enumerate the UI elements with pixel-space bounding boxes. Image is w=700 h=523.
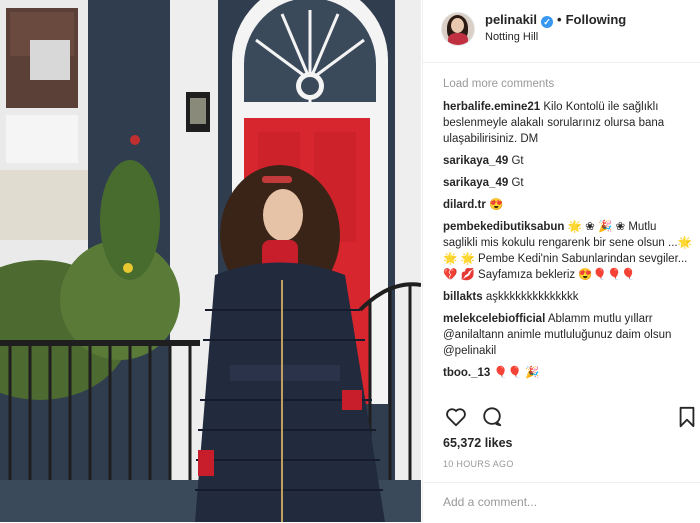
post-header: pelinakil ✓ • Following Notting Hill [423, 0, 700, 63]
comments-list: Load more comments herbalife.emine21 Kil… [443, 76, 693, 387]
following-button[interactable]: Following [566, 12, 627, 27]
comment-username[interactable]: pembekedibutiksabun [443, 221, 564, 233]
post-author: pelinakil ✓ • Following [485, 12, 626, 28]
photo-illustration [0, 0, 421, 522]
comment-item: dilard.tr 😍 [443, 197, 693, 213]
comment-item: pembekedibutiksabun 🌟 ❀ 🎉 ❀ Mutlu saglik… [443, 219, 693, 283]
comment-username[interactable]: billakts [443, 291, 483, 303]
comment-username[interactable]: herbalife.emine21 [443, 101, 540, 113]
comment-item: billakts aşkkkkkkkkkkkkkk [443, 289, 693, 305]
comment-item: melekcelebiofficial Ablamm mutlu yıllarr… [443, 311, 693, 359]
comment-text: Gt [511, 155, 524, 167]
verified-badge-icon: ✓ [541, 16, 554, 28]
comment-username[interactable]: sarikaya_49 [443, 177, 508, 189]
post-timestamp: 10 HOURS AGO [443, 459, 514, 469]
likes-count[interactable]: 65,372 likes [443, 436, 513, 450]
post-photo[interactable] [0, 0, 421, 522]
comment-text: Gt [511, 177, 524, 189]
post-side-panel: pelinakil ✓ • Following Notting Hill Load m… [422, 0, 700, 522]
comment-username[interactable]: melekcelebiofficial [443, 313, 545, 325]
comment-text: aşkkkkkkkkkkkkkk [485, 291, 579, 303]
location-link[interactable]: Notting Hill [485, 31, 538, 43]
bookmark-icon[interactable] [678, 406, 696, 428]
comment-username[interactable]: tboo._13 [443, 367, 490, 379]
comment-item: tboo._13 🎈🎈 🎉 [443, 365, 693, 381]
comment-item: herbalife.emine21 Kilo Kontolü ile sağlı… [443, 99, 693, 147]
comment-username[interactable]: dilard.tr [443, 199, 486, 211]
comment-text: 😍 [489, 199, 504, 211]
comment-text: 🎈🎈 🎉 [493, 367, 540, 379]
load-more-comments-button[interactable]: Load more comments [443, 76, 693, 92]
add-comment-input[interactable]: Add a comment... [443, 495, 537, 509]
comment-item: sarikaya_49 Gt [443, 153, 693, 169]
avatar[interactable] [441, 12, 475, 46]
heart-icon[interactable] [445, 406, 467, 428]
post-actions-bar [423, 400, 700, 434]
separator-dot: • [557, 12, 562, 27]
add-comment-box[interactable]: Add a comment... [423, 482, 700, 523]
comment-item: sarikaya_49 Gt [443, 175, 693, 191]
comment-bubble-icon[interactable] [481, 406, 503, 428]
username-link[interactable]: pelinakil [485, 12, 537, 27]
comment-username[interactable]: sarikaya_49 [443, 155, 508, 167]
